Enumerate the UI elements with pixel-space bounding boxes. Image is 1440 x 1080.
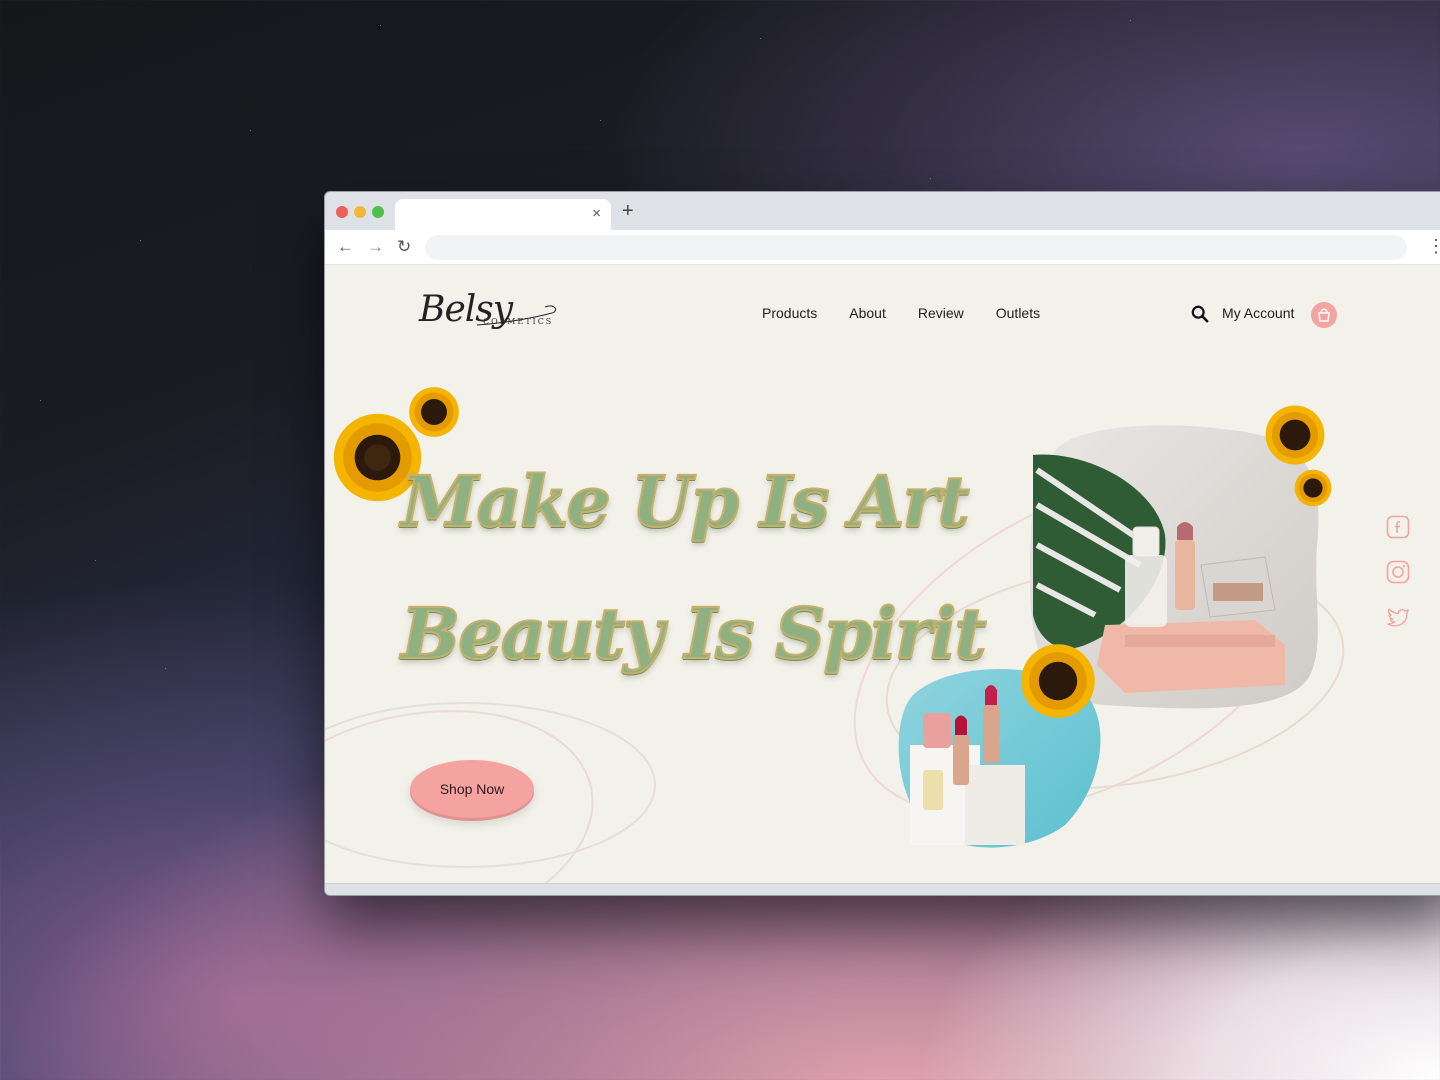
tab-bar: × +	[325, 192, 1440, 230]
hero-headline-line1: Make Up Is Art	[400, 460, 971, 543]
shop-now-button[interactable]: Shop Now	[410, 760, 534, 818]
back-arrow-icon[interactable]: ←	[337, 237, 354, 257]
brand-logo[interactable]: Belsy COSMETICS	[417, 287, 567, 347]
main-nav: Products About Review Outlets	[762, 305, 1040, 321]
close-window-button[interactable]	[336, 206, 348, 218]
shopping-bag-icon	[1318, 308, 1330, 322]
browser-bottom-bar	[325, 883, 1440, 895]
instagram-icon[interactable]	[1386, 560, 1410, 584]
nav-review[interactable]: Review	[918, 305, 964, 321]
my-account-link[interactable]: My Account	[1222, 305, 1294, 321]
forward-arrow-icon[interactable]: →	[367, 237, 384, 257]
browser-toolbar: ← → ↻ ⋮	[325, 230, 1440, 265]
address-bar[interactable]	[425, 235, 1407, 260]
reload-icon[interactable]: ↻	[397, 237, 411, 257]
tab-close-icon[interactable]: ×	[592, 204, 601, 224]
new-tab-button[interactable]: +	[622, 201, 634, 221]
maximize-window-button[interactable]	[372, 206, 384, 218]
nav-products[interactable]: Products	[762, 305, 817, 321]
sunflower-decoration	[1021, 644, 1095, 718]
nav-outlets[interactable]: Outlets	[996, 305, 1040, 321]
minimize-window-button[interactable]	[354, 206, 366, 218]
facebook-icon[interactable]	[1386, 515, 1410, 539]
browser-window: × + ← → ↻ ⋮	[324, 191, 1440, 896]
hero-headline-line2: Beauty Is Spirit	[400, 592, 988, 675]
sunflower-decoration	[1265, 405, 1325, 465]
logo-subtitle: COSMETICS	[483, 317, 554, 326]
sunflower-decoration	[1294, 469, 1332, 507]
twitter-icon[interactable]	[1386, 605, 1410, 629]
browser-menu-icon[interactable]: ⋮	[1427, 235, 1440, 257]
sunflower-decoration	[409, 387, 459, 437]
search-icon[interactable]	[1191, 305, 1209, 323]
browser-tab[interactable]: ×	[395, 199, 611, 230]
shopping-bag-button[interactable]	[1311, 302, 1337, 328]
website-page: Belsy COSMETICS Products About Review Ou…	[325, 265, 1440, 883]
nav-about[interactable]: About	[849, 305, 886, 321]
